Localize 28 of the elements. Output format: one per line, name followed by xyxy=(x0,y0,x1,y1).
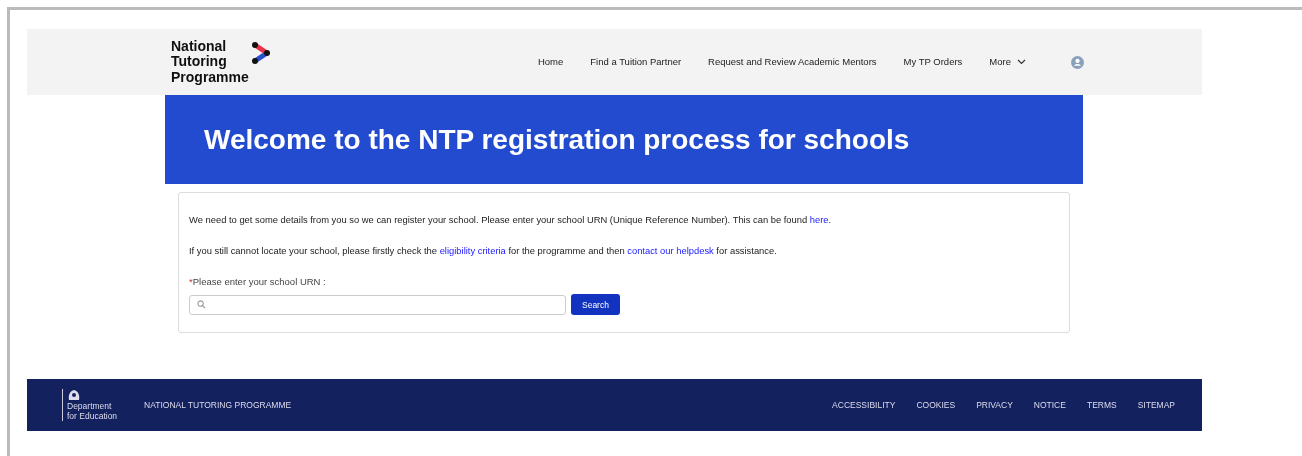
intro-text: We need to get some details from you so we can register your school. Please enter your school URN (Unique Reference Number). This can be found here. xyxy=(189,213,833,227)
footer-link[interactable]: SITEMAP xyxy=(1137,398,1175,412)
chevron-down-icon xyxy=(1017,59,1026,65)
nav-link[interactable]: Request and Review Academic Mentors xyxy=(708,54,877,70)
footer-title: NATIONAL TUTORING PROGRAMME xyxy=(144,398,292,412)
user-avatar-icon[interactable] xyxy=(1071,55,1084,69)
footer-link[interactable]: PRIVACY xyxy=(976,398,1013,412)
footer-link[interactable]: COOKIES xyxy=(916,398,956,412)
intro-text: If you still cannot locate your school, please firstly check the eligibility criteria for the programme and then contact our helpdesk for assistance. xyxy=(189,244,778,259)
logo-text: National Tutoring Programme xyxy=(171,38,249,86)
page-title: Welcome to the NTP registration process for schools xyxy=(204,122,910,157)
urn-search-field[interactable] xyxy=(189,294,566,315)
footer-link[interactable]: NOTICE xyxy=(1033,398,1066,412)
nav-link[interactable]: Home xyxy=(537,54,564,70)
more-menu[interactable]: More xyxy=(989,54,1026,70)
footer-link[interactable]: TERMS xyxy=(1086,398,1117,412)
urn-label: Please enter your school URN : xyxy=(192,276,326,288)
department-logo-text: Department for Education xyxy=(67,401,118,421)
search-icon xyxy=(197,300,206,310)
nav-link[interactable]: My TP Orders xyxy=(903,54,963,70)
required-mark: * xyxy=(189,276,193,288)
footer-link[interactable]: ACCESSIBILITY xyxy=(832,398,896,412)
crest-icon xyxy=(67,389,81,401)
text-link[interactable]: here xyxy=(809,214,829,225)
nav-link[interactable]: Find a Tuition Partner xyxy=(590,54,682,70)
text-link[interactable]: eligibility criteria xyxy=(439,245,506,257)
search-button[interactable]: Search xyxy=(571,294,620,316)
text-link[interactable]: contact our helpdesk xyxy=(627,245,714,257)
